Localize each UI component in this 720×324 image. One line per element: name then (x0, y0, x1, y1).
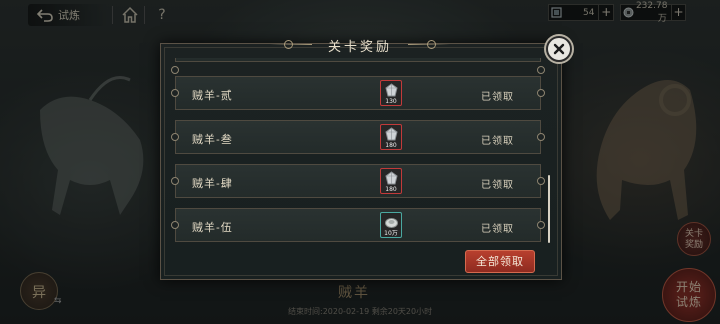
gem-icon (385, 83, 398, 97)
list-scrollbar[interactable] (548, 175, 550, 243)
row-cap-right (537, 66, 545, 74)
gem-icon (385, 171, 398, 185)
list-item-partial (171, 58, 545, 74)
claimed-status: 已领取 (481, 180, 514, 191)
row-cap-right (537, 221, 545, 229)
title-divider-right (408, 44, 450, 45)
reward-item[interactable]: 10万 (380, 212, 402, 238)
list-item: 贼羊-叁 180 已领取 (171, 120, 545, 154)
row-cap-left (171, 89, 179, 97)
row-cap-right (537, 133, 545, 141)
list-item: 贼羊-伍 10万 已领取 (171, 208, 545, 242)
reward-quantity: 130 (385, 98, 397, 105)
row-cap-right (537, 89, 545, 97)
claimed-status: 已领取 (481, 224, 514, 235)
stage-name-label: 贼羊-叁 (192, 133, 233, 146)
list-item: 贼羊-贰 130 已领取 (171, 76, 545, 110)
reward-item[interactable]: 130 (380, 80, 402, 106)
reward-item[interactable]: 180 (380, 124, 402, 150)
row-cap-left (171, 177, 179, 185)
modal-title: 关卡奖励 (327, 40, 392, 55)
claimed-status: 已领取 (481, 92, 514, 103)
stage-name-label: 贼羊-伍 (192, 221, 233, 234)
gem-icon (385, 127, 398, 141)
stage-name-label: 贼羊-贰 (192, 89, 233, 102)
row-cap-left (171, 221, 179, 229)
stage-name-label: 贼羊-肆 (192, 177, 233, 190)
reward-item[interactable]: 180 (380, 168, 402, 194)
row-cap-left (171, 133, 179, 141)
reward-list[interactable]: 贼羊-贰 130 已领取 贼羊-叁 180 已领取 贼羊-肆 180 已领取 贼… (170, 58, 550, 245)
list-item: 贼羊-肆 180 已领取 (171, 164, 545, 198)
claimed-status: 已领取 (481, 136, 514, 147)
close-icon (553, 43, 565, 55)
modal-title-bar: 关卡奖励 (270, 36, 450, 55)
reward-quantity: 180 (385, 186, 397, 193)
reward-quantity: 180 (385, 142, 397, 149)
row-cap-left (171, 66, 179, 74)
claim-all-button[interactable]: 全部领取 (465, 250, 535, 273)
row-cap-right (537, 177, 545, 185)
reward-quantity: 10万 (384, 230, 398, 237)
